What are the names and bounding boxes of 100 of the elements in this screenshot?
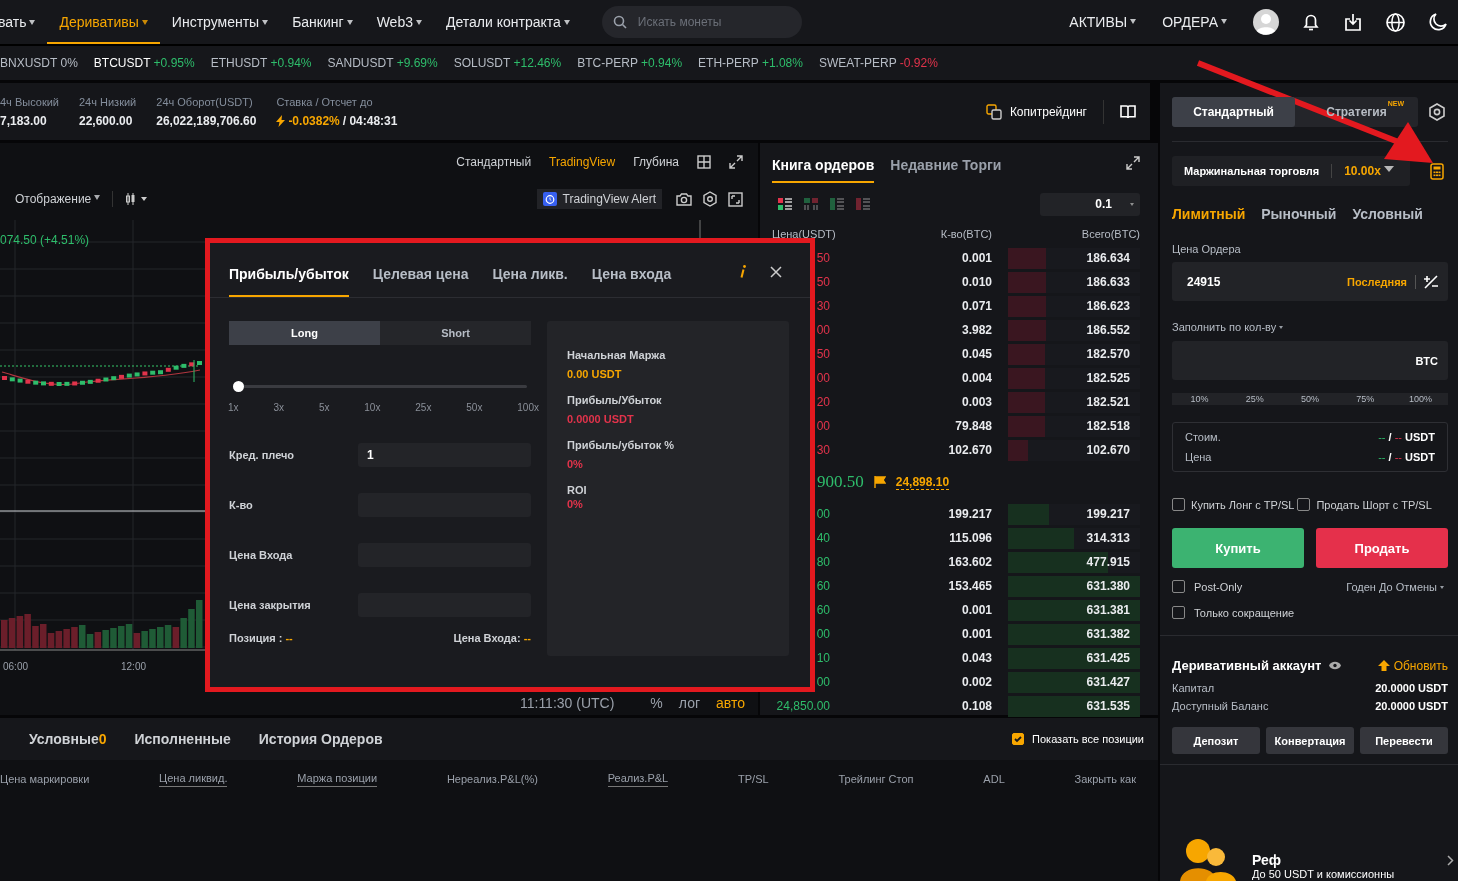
chart-view-tab[interactable]: Глубина: [633, 155, 679, 169]
nav-link[interactable]: Банкинг: [280, 2, 365, 44]
summary-value: -- / -- USDT: [1378, 451, 1435, 463]
nav-link[interactable]: Web3: [364, 2, 434, 44]
percent-button[interactable]: 100%: [1392, 394, 1448, 404]
account-button[interactable]: Конвертация: [1266, 727, 1354, 754]
chevron-icon[interactable]: [1447, 855, 1454, 866]
chart-view-tab[interactable]: TradingView: [549, 155, 616, 169]
ticker-symbol[interactable]: BTCUSDT: [93, 56, 151, 70]
unit-label: BTC: [1415, 354, 1438, 367]
calculator-icon[interactable]: [1430, 162, 1444, 180]
checkbox[interactable]: [1297, 498, 1311, 511]
side-tab[interactable]: Short: [380, 321, 531, 345]
checkbox[interactable]: [1172, 580, 1185, 593]
download-icon[interactable]: [1343, 12, 1363, 32]
time-in-force-dropdown[interactable]: Годен До Отмены: [1346, 580, 1444, 593]
orderbook-tab[interactable]: Недавние Торги: [890, 157, 1002, 183]
quantity-mode[interactable]: Заполнить по кол-ву: [1172, 321, 1448, 333]
copytrading-link[interactable]: Копитрейдинг: [1009, 104, 1087, 119]
avatar-icon[interactable]: [1253, 9, 1279, 35]
nav-menu[interactable]: ОРДЕРА: [1162, 14, 1227, 30]
nav-link[interactable]: Деривативы: [47, 2, 160, 44]
calculator-tab[interactable]: Цена ликв.: [492, 266, 568, 297]
settings-icon[interactable]: [1428, 103, 1446, 121]
order-quantity: 0.043: [960, 651, 992, 665]
order-type-tab[interactable]: Рыночный: [1261, 206, 1337, 222]
ticker-symbol[interactable]: SANDUSDT: [327, 56, 394, 70]
ticker-symbol[interactable]: BNXUSDT: [0, 56, 58, 70]
candles-icon[interactable]: [125, 193, 150, 205]
close-icon[interactable]: [770, 265, 782, 278]
leverage-dropdown[interactable]: 10.00x: [1344, 164, 1394, 178]
language-icon[interactable]: [1385, 11, 1406, 33]
checkbox[interactable]: [1172, 606, 1185, 619]
mark-price: 24,898.10: [895, 474, 950, 490]
nav-link[interactable]: Инструменты: [159, 2, 281, 44]
calculator-tab[interactable]: Прибыль/убыток: [229, 266, 349, 297]
mode-tab[interactable]: Стандартный: [1172, 97, 1295, 127]
percent-button[interactable]: 25%: [1227, 394, 1283, 404]
book-layout-icon[interactable]: [778, 198, 792, 210]
leverage-slider[interactable]: [233, 381, 527, 392]
book-icon[interactable]: [1120, 104, 1136, 119]
nav-menu[interactable]: АКТИВЫ: [1069, 14, 1137, 30]
ticker-symbol[interactable]: ETHUSDT: [210, 56, 268, 70]
column-header: Маржа позиции: [297, 771, 378, 787]
account-button[interactable]: Депозит: [1172, 727, 1260, 754]
eye-icon[interactable]: [1329, 661, 1342, 670]
plus-minus-icon[interactable]: [1424, 274, 1438, 289]
info-icon[interactable]: [740, 265, 746, 278]
order-type-tab[interactable]: Условный: [1352, 206, 1423, 222]
orders-tab[interactable]: Исполненные: [134, 731, 231, 747]
account-button[interactable]: Перевести: [1360, 727, 1448, 754]
caret-icon: [141, 19, 148, 25]
order-quantity: 163.602: [947, 555, 992, 569]
percent-button[interactable]: 10%: [1172, 394, 1228, 404]
ticker-symbol[interactable]: SOLUSDT: [453, 56, 511, 70]
orders-tab[interactable]: Условные0: [29, 731, 107, 747]
moon-icon[interactable]: [1428, 12, 1448, 32]
expand-icon[interactable]: [1126, 156, 1140, 170]
flag-icon: [873, 476, 886, 488]
notifications-icon[interactable]: [1301, 12, 1321, 32]
percent-button[interactable]: 75%: [1337, 394, 1393, 404]
fullscreen-icon[interactable]: [728, 191, 743, 207]
orders-tab[interactable]: История Ордеров: [258, 731, 383, 747]
entry-label: Цена Входа: --: [453, 632, 531, 644]
ticker-symbol[interactable]: BTC-PERP: [577, 56, 638, 70]
chart-view-tab[interactable]: Стандартный: [456, 155, 532, 169]
checkbox-label: Только сокращение: [1194, 606, 1295, 619]
scale-toggle[interactable]: лог: [678, 694, 701, 711]
refresh-link[interactable]: Обновить: [1393, 658, 1448, 673]
display-menu[interactable]: Отображение: [15, 192, 101, 206]
margin-mode[interactable]: Маржинальная торговля: [1184, 165, 1320, 177]
side-tab[interactable]: Long: [229, 321, 380, 345]
nav-link[interactable]: Детали контракта: [433, 2, 582, 44]
ticker-symbol[interactable]: SWEAT-PERP: [818, 56, 897, 70]
order-total: 631.380: [1086, 579, 1131, 593]
slider-thumb[interactable]: [233, 381, 244, 392]
scale-toggle[interactable]: авто: [716, 694, 745, 711]
camera-icon[interactable]: [676, 192, 692, 206]
calculator-tab[interactable]: Цена входа: [591, 266, 672, 297]
orderbook-tab[interactable]: Книга ордеров: [772, 157, 875, 183]
search-field[interactable]: Искать монеты: [601, 6, 802, 38]
checkbox[interactable]: [1172, 498, 1185, 511]
order-total: 182.570: [1086, 347, 1131, 361]
price-mode[interactable]: Последняя: [1346, 275, 1407, 288]
percent-button[interactable]: 50%: [1282, 394, 1338, 404]
ticker-symbol[interactable]: ETH-PERP: [698, 56, 759, 70]
expand-icon[interactable]: [729, 155, 743, 169]
grid-icon[interactable]: [697, 155, 711, 169]
order-total: 182.521: [1086, 395, 1131, 409]
sell-button[interactable]: Продать: [1316, 528, 1448, 568]
step-dropdown[interactable]: 0.1: [1040, 192, 1140, 216]
alert-button[interactable]: TradingView Alert: [536, 189, 662, 209]
calculator-tab[interactable]: Целевая цена: [372, 266, 469, 297]
settings-icon[interactable]: [702, 191, 718, 207]
order-type-tab[interactable]: Лимитный: [1172, 206, 1246, 222]
input-field[interactable]: 1: [358, 443, 531, 467]
balance-value: 20.0000 USDT: [1375, 700, 1448, 712]
ticker-change: +0.94%: [270, 56, 312, 70]
checkbox[interactable]: [1012, 733, 1025, 745]
scale-toggle[interactable]: %: [650, 694, 663, 711]
